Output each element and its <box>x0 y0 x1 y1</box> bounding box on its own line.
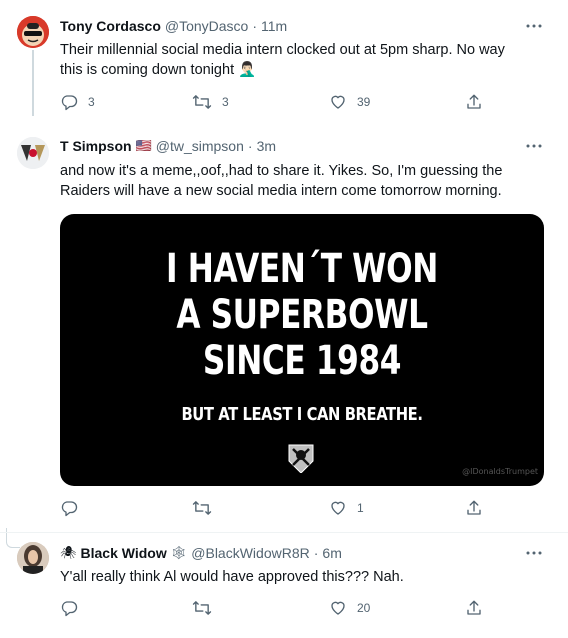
retweet-button[interactable] <box>192 598 212 618</box>
tweet-tony-cordasco[interactable]: Tony Cordasco @TonyDasco · 11m Their mil… <box>0 0 568 120</box>
retweet-icon <box>192 93 212 111</box>
retweet-button[interactable] <box>192 498 212 518</box>
like-icon <box>329 599 347 617</box>
username[interactable]: @TonyDasco <box>165 17 248 35</box>
raiders-logo-icon <box>287 443 315 474</box>
like-button[interactable]: 20 <box>329 598 370 618</box>
reply-button[interactable] <box>60 498 78 518</box>
like-count: 1 <box>357 501 364 515</box>
tweet-text: Y'all really think Al would have approve… <box>60 569 404 585</box>
tweet-header: 🕷 Black Widow 🕸 @BlackWidowR8R · 6m <box>60 544 342 562</box>
reply-icon <box>60 93 78 111</box>
tweet-header: Tony Cordasco @TonyDasco · 11m <box>60 17 287 35</box>
share-icon <box>465 599 483 617</box>
share-icon <box>465 499 483 517</box>
tweet-actions: 1 <box>60 498 490 518</box>
like-button[interactable]: 1 <box>329 498 364 518</box>
retweet-count: 3 <box>222 95 229 109</box>
tweet-text: and now it's a meme,,oof,,had to share i… <box>60 163 503 199</box>
share-button[interactable] <box>465 92 483 112</box>
separator-dot: · <box>313 545 319 561</box>
display-name[interactable]: Black Widow <box>81 544 167 562</box>
like-count: 20 <box>357 601 371 615</box>
tweet-actions: 3 3 39 <box>60 92 490 112</box>
timestamp[interactable]: 11m <box>261 17 287 35</box>
share-button[interactable] <box>465 498 483 518</box>
tweet-black-widow[interactable]: 🕷 Black Widow 🕸 @BlackWidowR8R · 6m Y'al… <box>0 532 568 638</box>
more-icon[interactable] <box>524 543 544 563</box>
spider-web-icon: 🕸 <box>170 545 188 560</box>
share-icon <box>465 93 483 111</box>
retweet-icon <box>192 499 212 517</box>
meme-line-4: BUT AT LEAST I CAN BREATHE. <box>181 404 423 425</box>
reply-icon <box>60 499 78 517</box>
meme-line-2: A SUPERBOWL <box>176 292 428 338</box>
tweet-actions: 20 <box>60 598 490 618</box>
more-icon[interactable] <box>524 16 544 36</box>
meme-line-3: SINCE 1984 <box>202 338 402 384</box>
share-button[interactable] <box>465 598 483 618</box>
meme-watermark: @IDonaldsTrumpet <box>462 467 538 476</box>
username[interactable]: @BlackWidowR8R <box>191 544 309 562</box>
reply-button[interactable]: 3 <box>60 92 95 112</box>
timestamp[interactable]: 3m <box>257 137 276 155</box>
tweet-header: T Simpson 🇺🇸 @tw_simpson · 3m <box>60 137 276 155</box>
like-icon <box>329 499 347 517</box>
reply-icon <box>60 599 78 617</box>
separator-dot: · <box>252 18 258 34</box>
like-count: 39 <box>357 95 371 109</box>
avatar-t-simpson[interactable] <box>17 137 49 169</box>
like-icon <box>329 93 347 111</box>
avatar-black-widow[interactable] <box>17 542 49 574</box>
like-button[interactable]: 39 <box>329 92 370 112</box>
display-name[interactable]: Tony Cordasco <box>60 17 161 35</box>
meme-line-1: I HAVEN´T WON <box>166 246 438 292</box>
reply-count: 3 <box>88 95 95 109</box>
timestamp[interactable]: 6m <box>322 544 341 562</box>
retweet-button[interactable]: 3 <box>192 92 229 112</box>
separator-dot: · <box>247 138 253 154</box>
username[interactable]: @tw_simpson <box>156 137 244 155</box>
reply-button[interactable] <box>60 598 78 618</box>
spider-icon: 🕷 <box>60 545 77 560</box>
thread-line <box>32 50 34 116</box>
more-icon[interactable] <box>524 136 544 156</box>
avatar-tony-cordasco[interactable] <box>17 16 49 48</box>
us-flag-icon: 🇺🇸 <box>135 138 152 153</box>
meme-image[interactable]: I HAVEN´T WON A SUPERBOWL SINCE 1984 BUT… <box>60 214 544 486</box>
display-name[interactable]: T Simpson <box>60 137 132 155</box>
retweet-icon <box>192 599 212 617</box>
tweet-text: Their millennial social media intern clo… <box>60 42 505 78</box>
